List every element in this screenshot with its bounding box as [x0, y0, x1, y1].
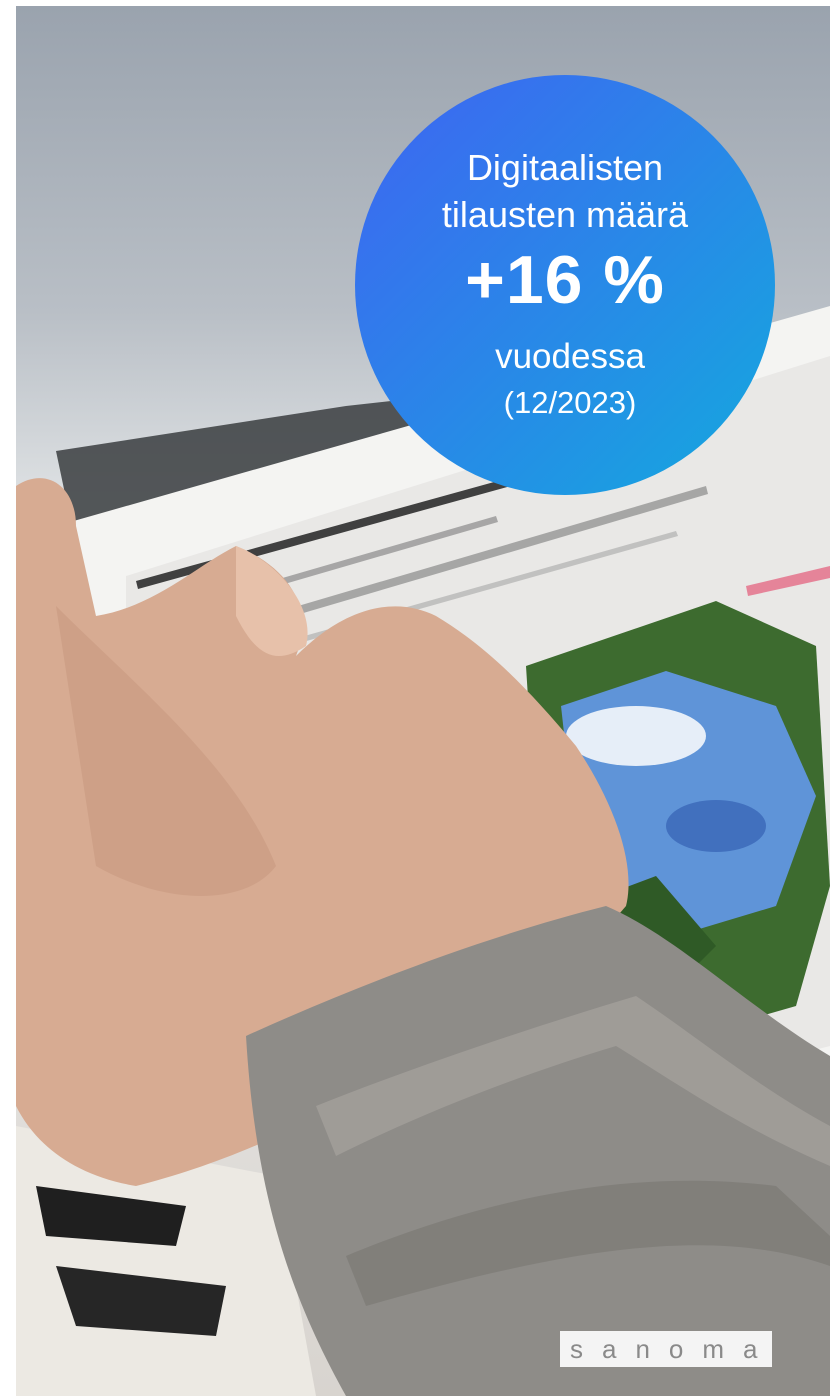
subscription-growth-badge: Digitaalisten tilausten määrä +16 % vuod…: [355, 75, 775, 495]
badge-date: (12/2023): [503, 385, 637, 420]
sanoma-logo: sanoma: [560, 1331, 772, 1367]
badge-line-2: tilausten määrä: [441, 194, 689, 235]
badge-line-1: Digitaalisten: [466, 147, 664, 188]
badge-value: +16 %: [465, 242, 665, 318]
badge-line-4: vuodessa: [495, 337, 645, 376]
